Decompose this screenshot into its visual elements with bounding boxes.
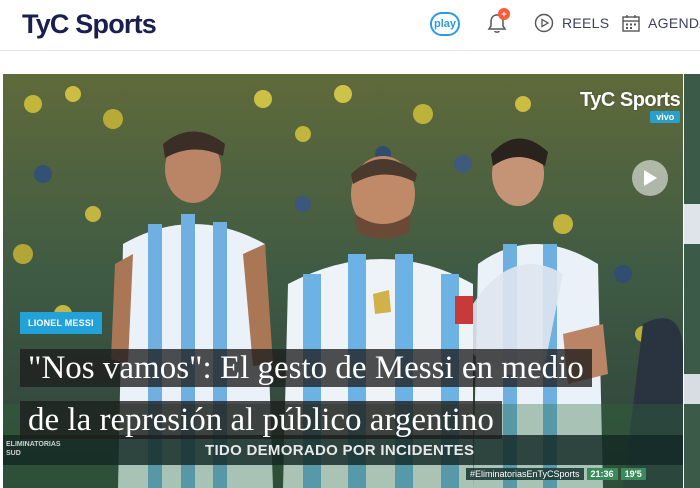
watermark-text: TyC Sports — [580, 89, 681, 111]
site-logo[interactable]: TyC Sports — [22, 6, 157, 42]
nav-agenda[interactable]: AGENDA — [621, 12, 700, 34]
nav-reels[interactable]: REELS — [534, 12, 609, 34]
play-icon — [644, 170, 657, 186]
live-badge: vivo — [650, 111, 681, 123]
agenda-label: AGENDA — [648, 15, 700, 31]
calendar-icon — [622, 15, 640, 32]
site-header: TyC Sports play + REELS AGENDA — [0, 0, 700, 50]
play-label: play — [433, 18, 456, 30]
play-circle-icon — [534, 13, 554, 33]
broadcast-hashtag: #EliminatoriasEnTyCSports — [466, 468, 584, 480]
notification-badge: + — [498, 8, 510, 20]
next-slide-preview[interactable] — [684, 74, 700, 488]
logo-text: TyC Sports — [22, 8, 157, 39]
video-play-button[interactable] — [632, 160, 668, 196]
broadcast-clock: 21:36 — [586, 468, 618, 480]
article-tag[interactable]: LIONEL MESSI — [20, 312, 102, 334]
article-headline[interactable]: "Nos vamos": El gesto de Messi en medio … — [20, 342, 620, 446]
channel-watermark: TyC Sports vivo — [580, 89, 681, 123]
play-button[interactable]: play — [430, 11, 460, 37]
match-minute: 19'5 — [620, 468, 646, 480]
next-slide-image — [684, 74, 700, 488]
reels-label: REELS — [562, 15, 610, 31]
broadcast-scorebar: #EliminatoriasEnTyCSports 21:36 19'5 — [466, 467, 646, 481]
headline-text: "Nos vamos": El gesto de Messi en medio … — [20, 349, 592, 439]
header-divider — [0, 50, 700, 51]
